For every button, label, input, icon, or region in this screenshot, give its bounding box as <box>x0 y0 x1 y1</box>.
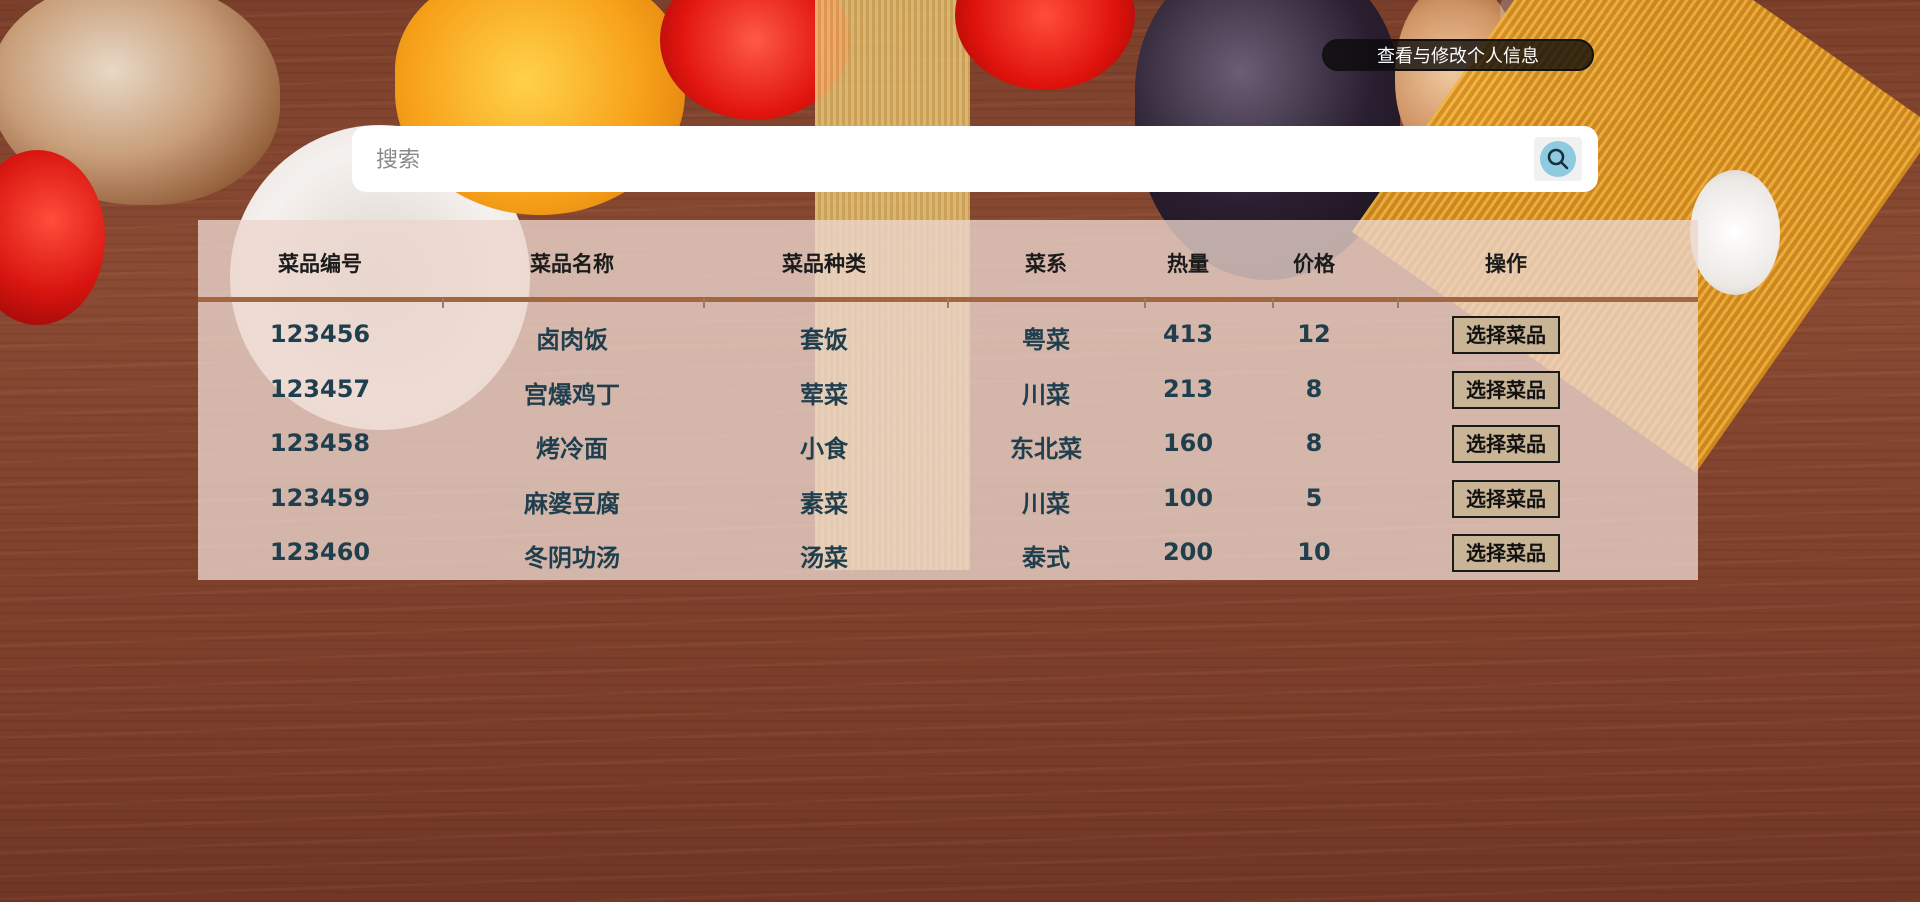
cell-dish-name: 麻婆豆腐 <box>524 490 620 518</box>
cell-dish-name: 宫爆鸡丁 <box>524 381 620 409</box>
column-divider <box>1144 298 1146 308</box>
column-divider <box>442 298 444 308</box>
tomato-decoration <box>955 0 1135 90</box>
cell-dish-name: 卤肉饭 <box>536 326 608 354</box>
cell-calories: 160 <box>1162 429 1214 457</box>
header-calories: 热量 <box>1167 252 1209 276</box>
cell-dish-category: 小食 <box>800 435 848 463</box>
cell-cuisine: 东北菜 <box>1010 435 1082 463</box>
cell-cuisine: 泰式 <box>1022 544 1070 572</box>
cell-price: 12 <box>1297 320 1331 348</box>
cell-dish-id: 123456 <box>269 320 371 348</box>
column-divider <box>947 298 949 308</box>
search-bar <box>352 126 1598 192</box>
select-dish-button[interactable]: 选择菜品 <box>1452 480 1560 518</box>
column-divider <box>703 298 705 308</box>
cell-price: 10 <box>1297 538 1331 566</box>
cell-dish-id: 123458 <box>269 429 371 457</box>
cell-dish-category: 荤菜 <box>800 381 848 409</box>
header-dish-id: 菜品编号 <box>278 252 362 276</box>
search-icon <box>1547 148 1569 170</box>
cell-dish-category: 汤菜 <box>800 544 848 572</box>
cell-calories: 100 <box>1162 484 1214 512</box>
column-divider <box>1272 298 1274 308</box>
view-edit-profile-button[interactable]: 查看与修改个人信息 <box>1322 39 1594 71</box>
cell-dish-id: 123460 <box>269 538 371 566</box>
header-actions: 操作 <box>1485 252 1527 276</box>
select-dish-button[interactable]: 选择菜品 <box>1452 425 1560 463</box>
header-price: 价格 <box>1293 252 1335 276</box>
dish-table: 菜品编号 菜品名称 菜品种类 菜系 热量 价格 操作 123456 卤肉饭 套饭… <box>198 220 1698 580</box>
cell-dish-category: 套饭 <box>800 326 848 354</box>
cell-calories: 200 <box>1162 538 1214 566</box>
header-dish-category: 菜品种类 <box>782 252 866 276</box>
search-input[interactable] <box>374 136 1528 184</box>
cell-calories: 213 <box>1162 375 1214 403</box>
search-button[interactable] <box>1534 137 1582 181</box>
table-header: 菜品编号 菜品名称 菜品种类 菜系 热量 价格 操作 <box>198 220 1698 302</box>
cell-cuisine: 川菜 <box>1022 381 1070 409</box>
select-dish-button[interactable]: 选择菜品 <box>1452 371 1560 409</box>
header-dish-name: 菜品名称 <box>530 252 614 276</box>
cell-price: 8 <box>1305 429 1323 457</box>
select-dish-button[interactable]: 选择菜品 <box>1452 534 1560 572</box>
select-dish-button[interactable]: 选择菜品 <box>1452 316 1560 354</box>
cell-dish-category: 素菜 <box>800 490 848 518</box>
cell-dish-id: 123459 <box>269 484 371 512</box>
cell-dish-id: 123457 <box>269 375 371 403</box>
cell-price: 5 <box>1305 484 1323 512</box>
cell-cuisine: 粤菜 <box>1022 326 1070 354</box>
cell-price: 8 <box>1305 375 1323 403</box>
cell-dish-name: 冬阴功汤 <box>524 544 620 572</box>
header-cuisine: 菜系 <box>1025 252 1067 276</box>
plate-decoration <box>1690 170 1780 295</box>
cell-cuisine: 川菜 <box>1022 490 1070 518</box>
cell-calories: 413 <box>1162 320 1214 348</box>
cell-dish-name: 烤冷面 <box>536 435 608 463</box>
column-divider <box>1397 298 1399 308</box>
